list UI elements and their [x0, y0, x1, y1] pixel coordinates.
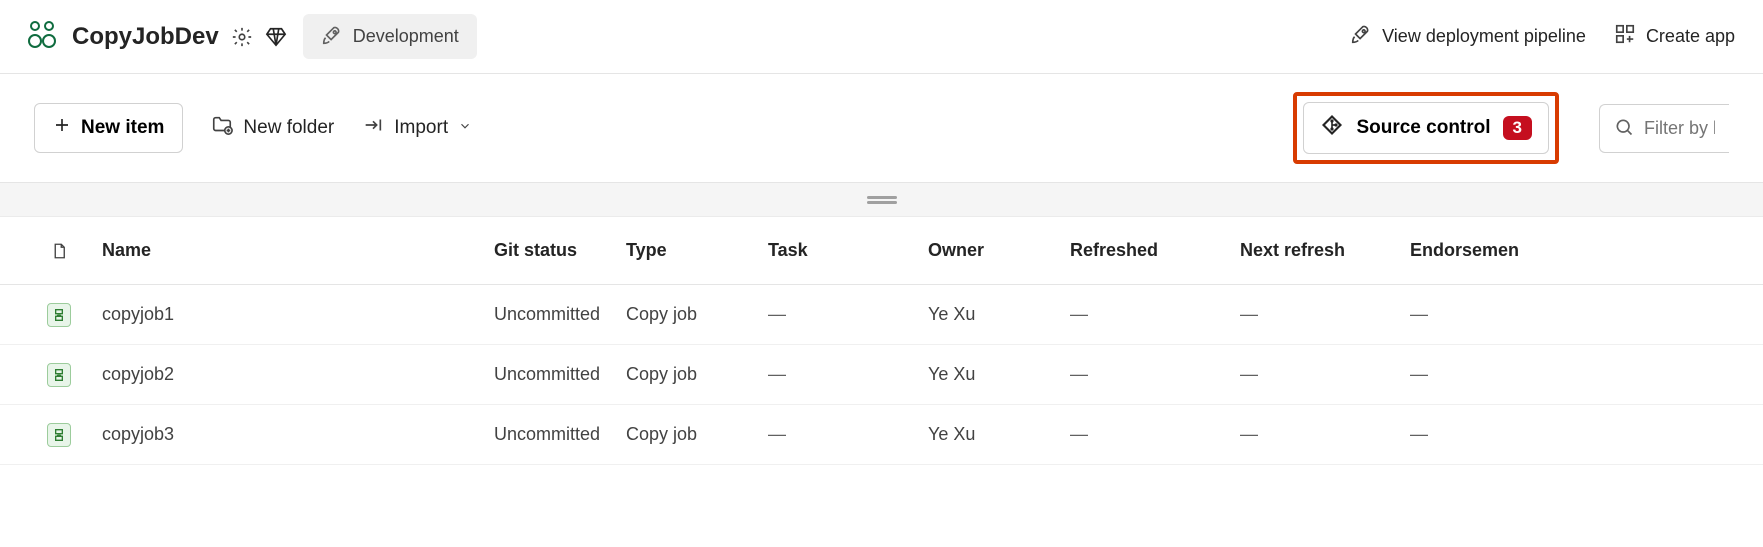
new-item-label: New item [81, 117, 164, 139]
diamond-icon[interactable] [265, 26, 287, 48]
row-type: Copy job [626, 304, 768, 325]
row-next-refresh: — [1240, 424, 1410, 445]
row-git-status: Uncommitted [494, 304, 626, 325]
source-control-highlight: Source control 3 [1293, 92, 1559, 164]
git-icon [1320, 113, 1344, 143]
row-owner: Ye Xu [928, 424, 1070, 445]
new-folder-label: New folder [243, 117, 334, 139]
deployment-stage-label: Development [353, 26, 459, 47]
row-refreshed: — [1070, 424, 1240, 445]
settings-icon[interactable] [231, 26, 253, 48]
deployment-stage-badge[interactable]: Development [303, 14, 477, 59]
row-next-refresh: — [1240, 304, 1410, 325]
table-header-row: Name Git status Type Task Owner Refreshe… [0, 217, 1763, 285]
plus-icon [53, 116, 71, 140]
drag-handle-icon [867, 196, 897, 204]
view-deployment-pipeline-button[interactable]: View deployment pipeline [1346, 17, 1590, 56]
row-git-status: Uncommitted [494, 364, 626, 385]
row-task: — [768, 304, 928, 325]
row-endorsement: — [1410, 364, 1530, 385]
import-button[interactable]: Import [362, 114, 472, 142]
new-item-button[interactable]: New item [34, 103, 183, 153]
workspace-header: CopyJobDev Development [0, 0, 1763, 74]
column-header-next-refresh[interactable]: Next refresh [1240, 240, 1410, 261]
column-header-owner[interactable]: Owner [928, 240, 1070, 261]
rocket-icon [321, 24, 343, 49]
column-header-icon[interactable] [24, 240, 94, 262]
row-type-icon [24, 423, 94, 447]
row-git-status: Uncommitted [494, 424, 626, 445]
row-owner: Ye Xu [928, 364, 1070, 385]
workspace-title-group: CopyJobDev Development [24, 14, 477, 59]
folder-plus-icon [211, 114, 233, 142]
column-header-type[interactable]: Type [626, 240, 768, 261]
filter-box[interactable] [1599, 104, 1729, 153]
column-header-endorsement[interactable]: Endorsemen [1410, 240, 1530, 261]
source-control-button[interactable]: Source control 3 [1303, 102, 1549, 154]
create-app-label: Create app [1646, 26, 1735, 47]
row-next-refresh: — [1240, 364, 1410, 385]
rocket-icon [1350, 23, 1372, 50]
filter-input[interactable] [1644, 118, 1715, 139]
workspace-icon [24, 17, 60, 56]
column-header-name[interactable]: Name [94, 240, 494, 261]
row-name[interactable]: copyjob1 [94, 304, 494, 325]
workspace-title: CopyJobDev [72, 23, 219, 51]
row-name[interactable]: copyjob3 [94, 424, 494, 445]
source-control-label: Source control [1356, 117, 1490, 139]
import-arrow-icon [362, 114, 384, 142]
column-header-task[interactable]: Task [768, 240, 928, 261]
search-icon [1614, 117, 1634, 140]
row-task: — [768, 364, 928, 385]
row-refreshed: — [1070, 364, 1240, 385]
row-endorsement: — [1410, 424, 1530, 445]
row-endorsement: — [1410, 304, 1530, 325]
row-type: Copy job [626, 364, 768, 385]
new-folder-button[interactable]: New folder [211, 114, 334, 142]
row-name[interactable]: copyjob2 [94, 364, 494, 385]
toolbar: New item New folder Import [0, 74, 1763, 183]
app-grid-icon [1614, 23, 1636, 50]
column-header-git-status[interactable]: Git status [494, 240, 626, 261]
row-type-icon [24, 363, 94, 387]
create-app-button[interactable]: Create app [1610, 17, 1739, 56]
table-row[interactable]: copyjob1 Uncommitted Copy job — Ye Xu — … [0, 285, 1763, 345]
row-owner: Ye Xu [928, 304, 1070, 325]
row-refreshed: — [1070, 304, 1240, 325]
source-control-count-badge: 3 [1503, 116, 1532, 140]
table-row[interactable]: copyjob2 Uncommitted Copy job — Ye Xu — … [0, 345, 1763, 405]
row-type: Copy job [626, 424, 768, 445]
import-label: Import [394, 117, 448, 139]
items-table: Name Git status Type Task Owner Refreshe… [0, 217, 1763, 465]
resize-handle-bar[interactable] [0, 183, 1763, 217]
row-type-icon [24, 303, 94, 327]
column-header-refreshed[interactable]: Refreshed [1070, 240, 1240, 261]
row-task: — [768, 424, 928, 445]
chevron-down-icon [458, 117, 472, 139]
view-pipeline-label: View deployment pipeline [1382, 26, 1586, 47]
table-row[interactable]: copyjob3 Uncommitted Copy job — Ye Xu — … [0, 405, 1763, 465]
